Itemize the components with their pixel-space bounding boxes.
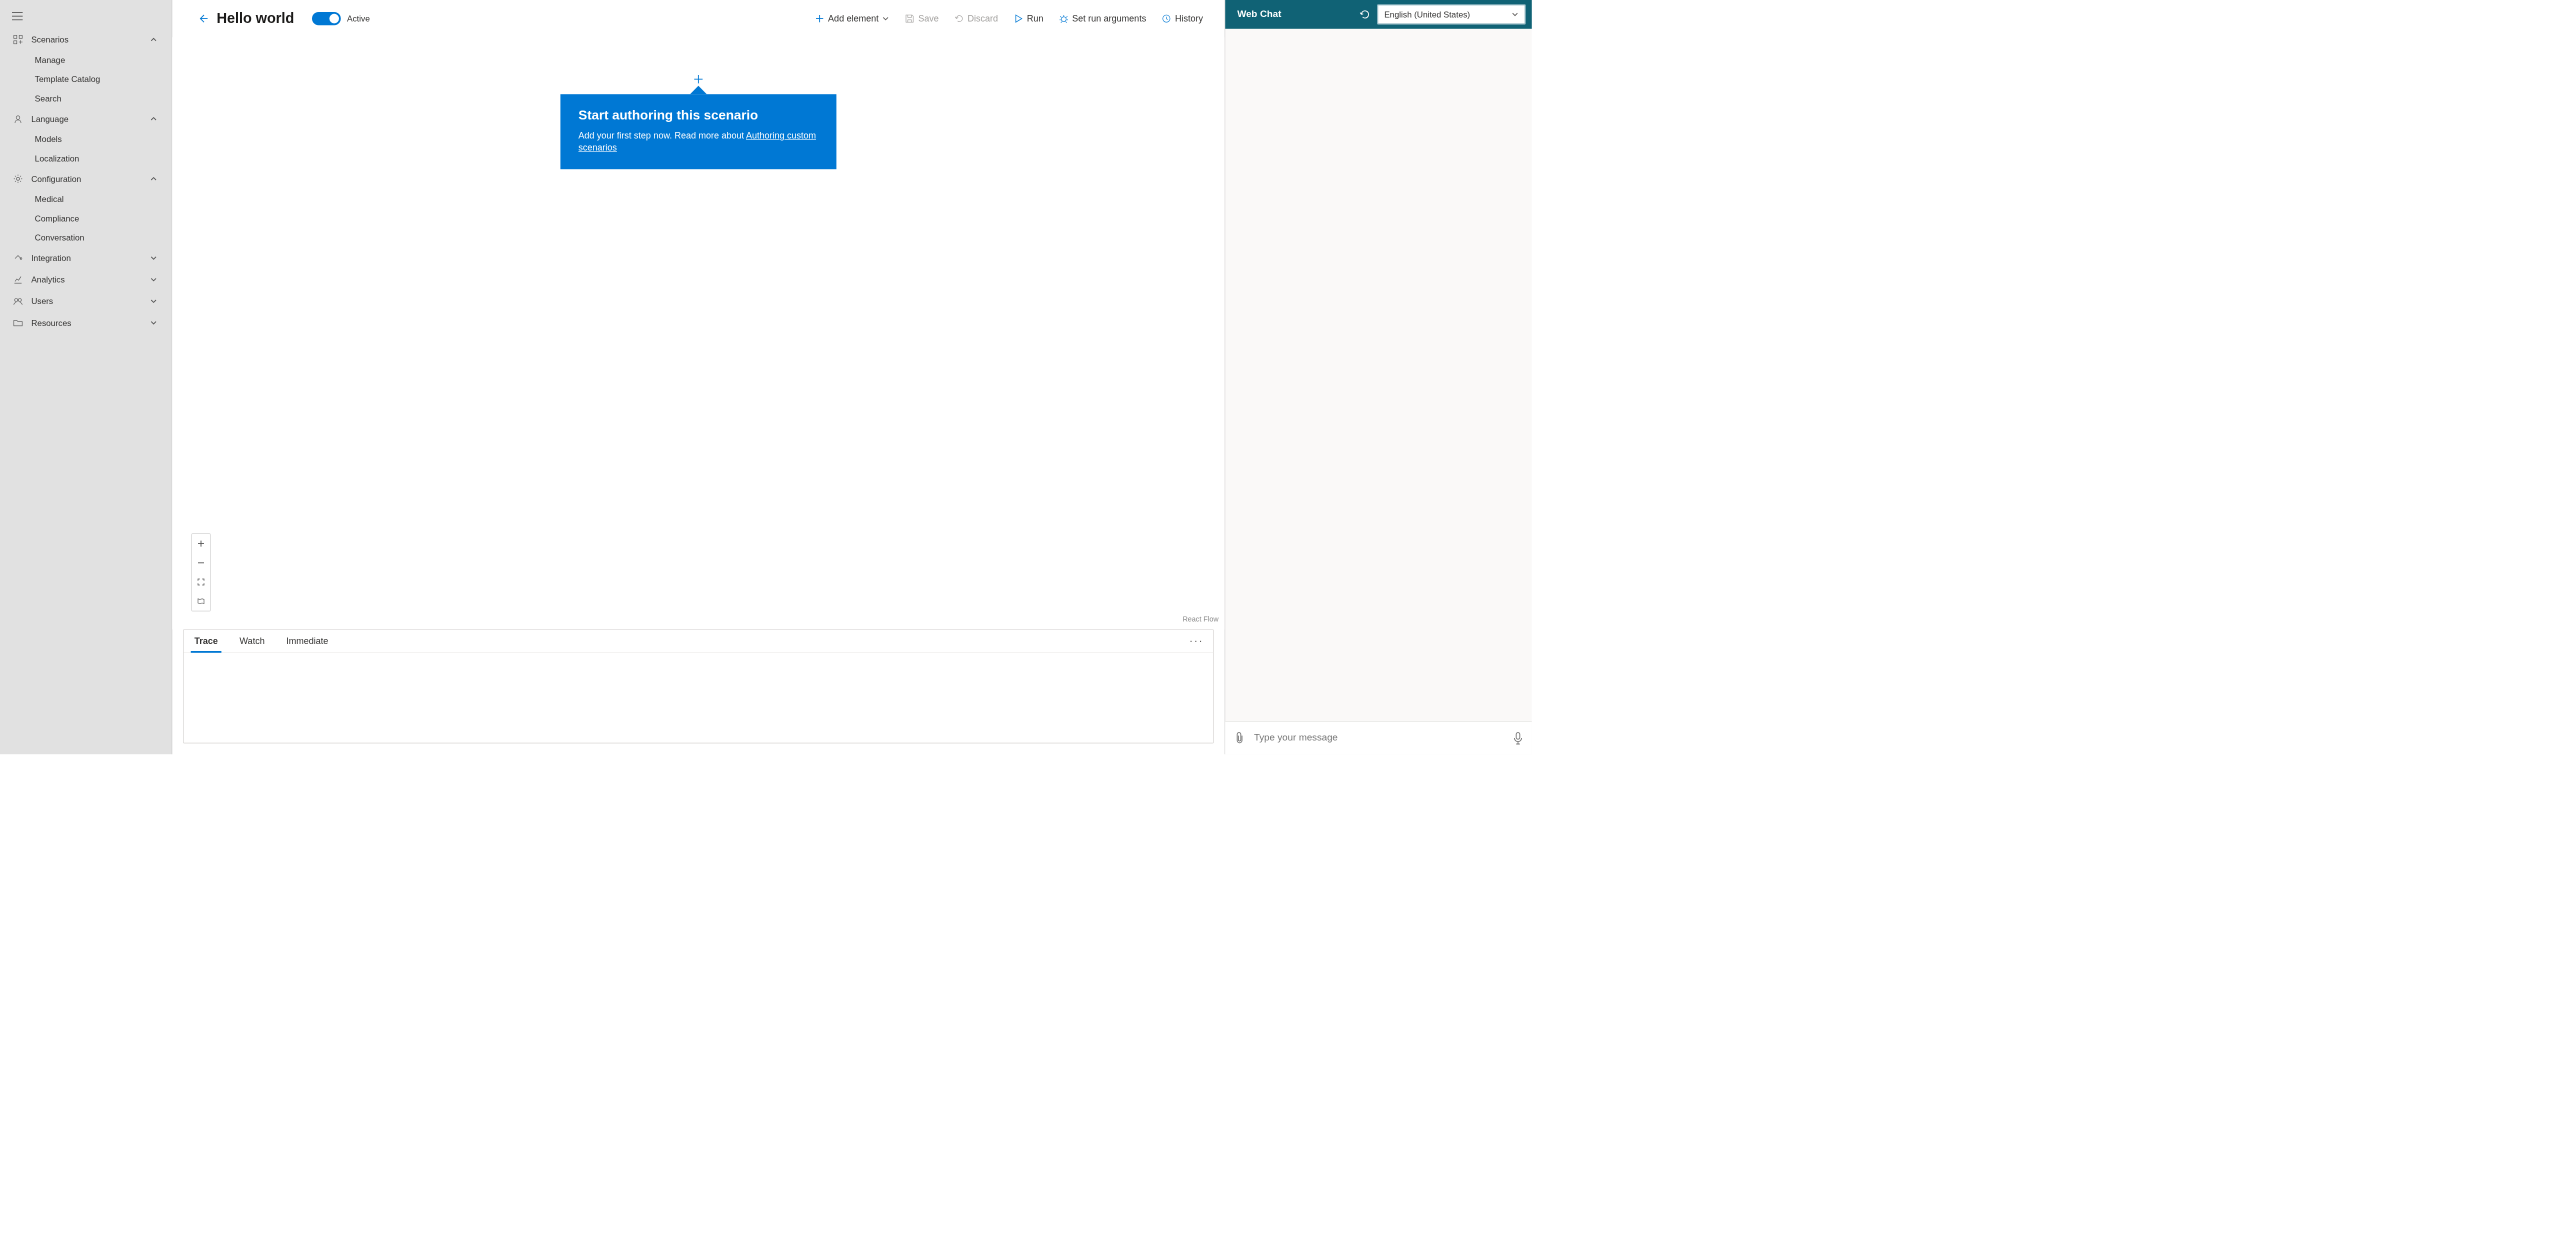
chevron-down-icon bbox=[150, 298, 157, 305]
chevron-down-icon bbox=[882, 15, 889, 22]
bug-icon bbox=[1059, 14, 1069, 24]
nav-sub-conversation[interactable]: Conversation bbox=[0, 228, 172, 247]
add-element-button[interactable]: Add element bbox=[808, 10, 897, 27]
undo-icon bbox=[954, 14, 964, 24]
plus-icon bbox=[815, 14, 825, 24]
chevron-up-icon bbox=[150, 36, 157, 43]
nav-label: Resources bbox=[31, 318, 150, 328]
nav-label: Scenarios bbox=[31, 35, 150, 45]
nav-sub-models[interactable]: Models bbox=[0, 130, 172, 149]
callout-title: Start authoring this scenario bbox=[578, 107, 818, 123]
nav-sub-search[interactable]: Search bbox=[0, 89, 172, 108]
chevron-down-icon bbox=[150, 276, 157, 283]
nav-label: Users bbox=[31, 296, 150, 306]
fit-view-button[interactable] bbox=[192, 572, 210, 591]
main-area: Hello world Active Add element Save Disc… bbox=[172, 0, 1224, 754]
add-step-node[interactable] bbox=[692, 73, 704, 85]
analytics-icon bbox=[10, 275, 27, 285]
active-toggle[interactable] bbox=[312, 12, 341, 25]
nav-label: Configuration bbox=[31, 174, 150, 184]
authoring-callout: Start authoring this scenario Add your f… bbox=[560, 94, 836, 169]
panel-more-button[interactable]: ··· bbox=[1180, 635, 1214, 648]
chevron-up-icon bbox=[150, 115, 157, 122]
nav-label: Analytics bbox=[31, 275, 150, 285]
button-label: Add element bbox=[828, 14, 879, 24]
history-button[interactable]: History bbox=[1155, 10, 1211, 27]
callout-body-text: Add your first step now. Read more about bbox=[578, 131, 746, 141]
language-value: English (United States) bbox=[1384, 10, 1470, 20]
nav-sub-compliance[interactable]: Compliance bbox=[0, 209, 172, 228]
button-label: Run bbox=[1027, 14, 1044, 24]
nav-group-configuration[interactable]: Configuration bbox=[0, 168, 172, 190]
chevron-down-icon bbox=[150, 319, 157, 326]
nav-group-scenarios[interactable]: Scenarios bbox=[0, 29, 172, 51]
chevron-up-icon bbox=[150, 175, 157, 182]
button-label: Discard bbox=[968, 14, 999, 24]
tab-immediate[interactable]: Immediate bbox=[275, 630, 339, 652]
button-label: Set run arguments bbox=[1072, 14, 1146, 24]
message-input[interactable] bbox=[1254, 733, 1504, 744]
nav-sub-localization[interactable]: Localization bbox=[0, 149, 172, 168]
nav-group-resources[interactable]: Resources bbox=[0, 312, 172, 334]
webchat-title: Web Chat bbox=[1237, 9, 1281, 20]
zoom-out-button[interactable] bbox=[192, 553, 210, 572]
nav-label: Integration bbox=[31, 253, 150, 263]
nav-group-language[interactable]: Language bbox=[0, 108, 172, 130]
tab-watch[interactable]: Watch bbox=[229, 630, 276, 652]
folder-icon bbox=[10, 318, 27, 328]
language-icon bbox=[10, 114, 27, 124]
nav-sub-template-catalog[interactable]: Template Catalog bbox=[0, 70, 172, 89]
save-button: Save bbox=[898, 10, 946, 27]
back-button[interactable] bbox=[196, 12, 209, 25]
active-toggle-label: Active bbox=[347, 14, 370, 24]
canvas-attribution: React Flow bbox=[1183, 615, 1219, 623]
button-label: Save bbox=[918, 14, 939, 24]
button-label: History bbox=[1175, 14, 1203, 24]
bottom-tabs: Trace Watch Immediate ··· bbox=[184, 630, 1214, 653]
sidebar: Scenarios Manage Template Catalog Search… bbox=[0, 0, 172, 754]
nav-group-analytics[interactable]: Analytics bbox=[0, 269, 172, 291]
restart-conversation-button[interactable] bbox=[1359, 8, 1371, 20]
chevron-down-icon bbox=[1511, 11, 1518, 18]
users-icon bbox=[10, 296, 27, 306]
integration-icon bbox=[10, 253, 27, 263]
save-icon bbox=[905, 14, 915, 24]
nav-sub-medical[interactable]: Medical bbox=[0, 190, 172, 209]
set-run-arguments-button[interactable]: Set run arguments bbox=[1052, 10, 1154, 27]
webchat-panel: Web Chat English (United States) bbox=[1225, 0, 1532, 754]
scenarios-icon bbox=[10, 35, 27, 45]
zoom-controls bbox=[191, 533, 210, 611]
webchat-header: Web Chat English (United States) bbox=[1225, 0, 1532, 29]
nav-sub-manage[interactable]: Manage bbox=[0, 50, 172, 69]
language-selector[interactable]: English (United States) bbox=[1377, 4, 1526, 24]
play-icon bbox=[1014, 14, 1024, 24]
panel-body bbox=[184, 653, 1214, 743]
zoom-in-button[interactable] bbox=[192, 534, 210, 553]
scenario-canvas[interactable]: Start authoring this scenario Add your f… bbox=[172, 37, 1224, 629]
minimap-button[interactable] bbox=[192, 592, 210, 611]
webchat-transcript bbox=[1225, 29, 1532, 721]
callout-body: Add your first step now. Read more about… bbox=[578, 130, 818, 154]
nav-group-users[interactable]: Users bbox=[0, 290, 172, 312]
history-icon bbox=[1162, 14, 1172, 24]
webchat-input-bar bbox=[1225, 721, 1532, 754]
bottom-panel: Trace Watch Immediate ··· bbox=[183, 629, 1214, 743]
nav-group-integration[interactable]: Integration bbox=[0, 247, 172, 269]
topbar: Hello world Active Add element Save Disc… bbox=[172, 0, 1224, 37]
discard-button: Discard bbox=[947, 10, 1005, 27]
chevron-down-icon bbox=[150, 254, 157, 261]
attach-button[interactable] bbox=[1234, 731, 1246, 744]
mic-button[interactable] bbox=[1513, 731, 1524, 744]
gear-icon bbox=[10, 174, 27, 184]
page-title: Hello world bbox=[217, 10, 295, 27]
run-button[interactable]: Run bbox=[1006, 10, 1050, 27]
nav-label: Language bbox=[31, 114, 150, 124]
hamburger-menu[interactable] bbox=[0, 7, 172, 29]
tab-trace[interactable]: Trace bbox=[184, 630, 229, 652]
